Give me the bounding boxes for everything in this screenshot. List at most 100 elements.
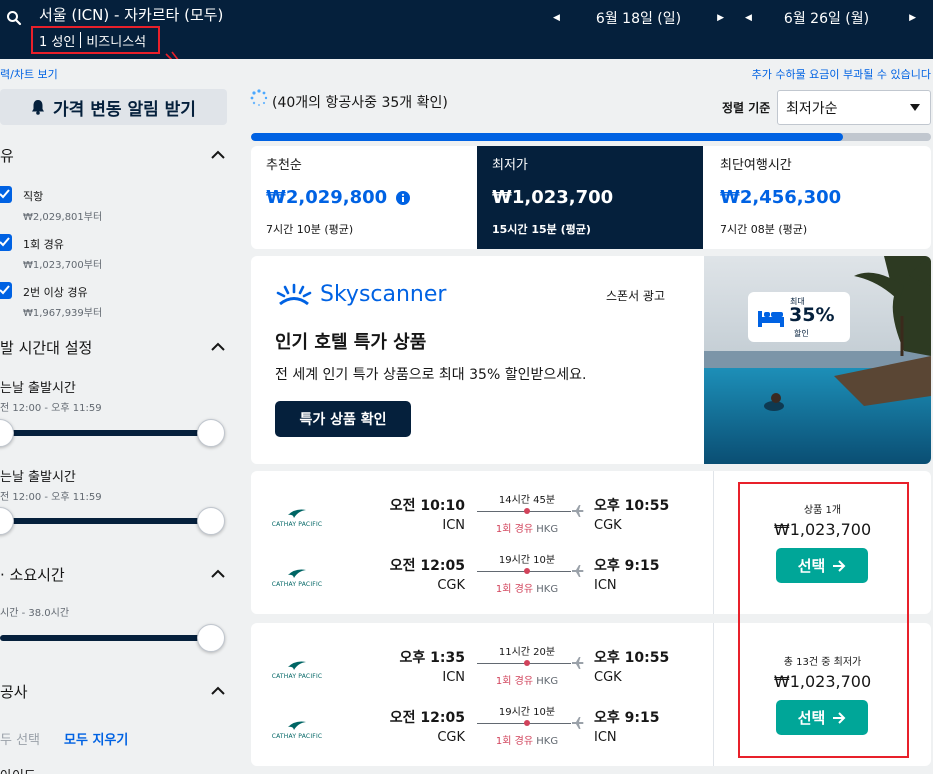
departure-time: 오전 10:10 <box>389 498 465 514</box>
price-chart-link[interactable]: 력/차트 보기 <box>0 66 58 82</box>
stop-airport: HKG <box>536 676 559 687</box>
stops-info: 1회 경유 HKG <box>477 580 577 595</box>
tab-fastest[interactable]: 최단여행시간 ₩2,456,300 7시간 08분 (평균) <box>705 146 931 249</box>
leg-route-graphic: 19시간 10분 1회 경유 HKG <box>477 551 587 601</box>
select-button[interactable]: 선택 <box>776 548 868 583</box>
tab-price-value: ₩2,029,800 <box>266 187 388 208</box>
checkbox-direct[interactable] <box>0 186 12 203</box>
prev-date-arrow-icon[interactable]: ◀ <box>553 13 560 23</box>
chevron-up-icon[interactable] <box>211 686 225 695</box>
departure-time-section-title: 발 시간대 설정 <box>0 339 93 357</box>
return-slider-min-handle[interactable] <box>0 507 14 535</box>
return-time-range: 전 12:00 - 오후 11:59 <box>0 492 102 503</box>
arrow-right-icon <box>833 559 846 572</box>
sort-tabs: 추천순 ₩2,029,800 7시간 10분 (평균) 최저가 ₩1,023,7… <box>251 146 931 249</box>
outbound-slider-min-handle[interactable] <box>0 419 14 447</box>
chevron-up-icon[interactable] <box>211 569 225 578</box>
cathay-brushwing-icon <box>288 721 306 730</box>
airline-option-partial[interactable]: 아이드 <box>0 765 36 774</box>
tab-best[interactable]: 추천순 ₩2,029,800 7시간 10분 (평균) <box>251 146 477 249</box>
search-icon[interactable] <box>6 10 22 26</box>
airline-name: CATHAY PACIFIC <box>271 581 323 588</box>
info-icon[interactable] <box>396 190 411 205</box>
tab-duration: 15시간 15분 (평균) <box>492 223 591 236</box>
select-button[interactable]: 선택 <box>776 700 868 735</box>
stops-info: 1회 경유 HKG <box>477 520 577 535</box>
arrival-airport: CGK <box>594 518 622 533</box>
tab-cheapest[interactable]: 최저가 ₩1,023,700 15시간 15분 (평균) <box>477 146 703 249</box>
chevron-up-icon[interactable] <box>211 342 225 351</box>
deal-count: 총 13건 중 최저가 <box>783 657 862 668</box>
sort-value: 최저가순 <box>786 101 838 117</box>
airline-name: CATHAY PACIFIC <box>271 521 323 528</box>
checkbox-1-stop[interactable] <box>0 234 12 251</box>
badge-bottom-text: 할인 <box>794 329 809 338</box>
plane-icon <box>572 505 584 517</box>
route-summary[interactable]: 서울 (ICN) - 자카르타 (모두) <box>39 4 223 25</box>
price: ₩1,023,700 <box>773 520 872 539</box>
sort-dropdown[interactable]: 최저가순 <box>777 90 931 125</box>
outbound-time-slider-track[interactable] <box>0 430 212 436</box>
prev-date-arrow-icon[interactable]: ◀ <box>745 13 752 23</box>
return-date-picker[interactable]: ◀ 6월 26일 (월) ▶ <box>745 8 916 28</box>
baggage-fee-link[interactable]: 추가 수하물 요금이 부과될 수 있습니다 <box>752 66 931 82</box>
depart-date-picker[interactable]: ◀ 6월 18일 (일) ▶ <box>553 8 724 28</box>
outbound-leg: CATHAY PACIFIC 오후 1:35 ICN 11시간 20분 1회 경… <box>251 641 713 701</box>
select-all-airlines-link[interactable]: 두 선택 <box>0 729 40 748</box>
outbound-slider-max-handle[interactable] <box>197 419 225 447</box>
select-label: 선택 <box>797 709 826 727</box>
leg-route-graphic: 19시간 10분 1회 경유 HKG <box>477 703 587 753</box>
checkbox-2plus-stops[interactable] <box>0 282 12 299</box>
airline-name: CATHAY PACIFIC <box>271 673 323 680</box>
price-panel: 상품 1개 ₩1,023,700 선택 <box>714 471 931 614</box>
next-date-arrow-icon[interactable]: ▶ <box>717 13 724 23</box>
tab-duration: 7시간 08분 (평균) <box>720 223 808 236</box>
next-date-arrow-icon[interactable]: ▶ <box>909 13 916 23</box>
airline-name: CATHAY PACIFIC <box>271 733 323 740</box>
arrival-airport: ICN <box>594 730 617 745</box>
sort-label: 정렬 기준 <box>722 101 771 115</box>
departure-time: 오후 1:35 <box>399 650 465 666</box>
duration-range: 시간 - 38.0시간 <box>0 608 70 619</box>
departure-airport: ICN <box>442 670 465 685</box>
stop-option-price: ₩1,023,700부터 <box>23 260 103 271</box>
departure-time: 오전 12:05 <box>389 558 465 574</box>
airline-logo: CATHAY PACIFIC <box>269 659 325 680</box>
sponsored-ad-card[interactable]: Skyscanner 스폰서 광고 인기 호텔 특가 상품 전 세계 인기 특가… <box>251 256 931 464</box>
stop-dot <box>524 660 530 666</box>
passenger-cabin-summary[interactable]: 1 성인 비즈니스석 <box>31 26 160 54</box>
flight-result-card[interactable]: CATHAY PACIFIC 오전 10:10 ICN 14시간 45분 1회 … <box>251 471 931 614</box>
deal-count: 상품 1개 <box>803 505 842 516</box>
stop-airport: HKG <box>536 736 559 747</box>
stops-section-title: 유 <box>0 147 14 165</box>
cathay-brushwing-icon <box>288 509 306 518</box>
leg-route-graphic: 14시간 45분 1회 경유 HKG <box>477 491 587 541</box>
price-alert-button[interactable]: 가격 변동 알림 받기 <box>0 89 227 125</box>
stop-airport: HKG <box>536 524 559 535</box>
stop-dot <box>524 508 530 514</box>
tab-label: 최저가 <box>492 158 528 173</box>
view-deals-button[interactable]: 특가 상품 확인 <box>275 401 411 437</box>
departure-airport: CGK <box>437 578 465 593</box>
flight-duration: 19시간 10분 <box>498 555 556 566</box>
passenger-count: 1 성인 <box>39 34 76 50</box>
clear-all-airlines-link[interactable]: 모두 지우기 <box>64 729 128 748</box>
flight-result-card[interactable]: CATHAY PACIFIC 오후 1:35 ICN 11시간 20분 1회 경… <box>251 623 931 766</box>
cathay-brushwing-icon <box>288 569 306 578</box>
return-time-slider-track[interactable] <box>0 518 212 524</box>
airline-logo: CATHAY PACIFIC <box>269 567 325 588</box>
stops-count: 1회 경유 <box>495 584 534 595</box>
plane-icon <box>572 657 584 669</box>
stop-option-label: 2번 이상 경유 <box>23 286 88 299</box>
return-date: 6월 26일 (월) <box>783 11 870 27</box>
chevron-up-icon[interactable] <box>211 150 225 159</box>
return-slider-max-handle[interactable] <box>197 507 225 535</box>
loading-status: (40개의 항공사중 35개 확인) <box>272 95 448 111</box>
airlines-section-title: 공사 <box>0 683 28 701</box>
duration-slider-track[interactable] <box>0 635 212 641</box>
skyscanner-sun-icon <box>276 283 312 305</box>
departure-time: 오전 12:05 <box>389 710 465 726</box>
bed-icon <box>758 311 784 327</box>
return-time-title: 는날 출발시간 <box>0 470 76 485</box>
duration-slider-handle[interactable] <box>197 624 225 652</box>
